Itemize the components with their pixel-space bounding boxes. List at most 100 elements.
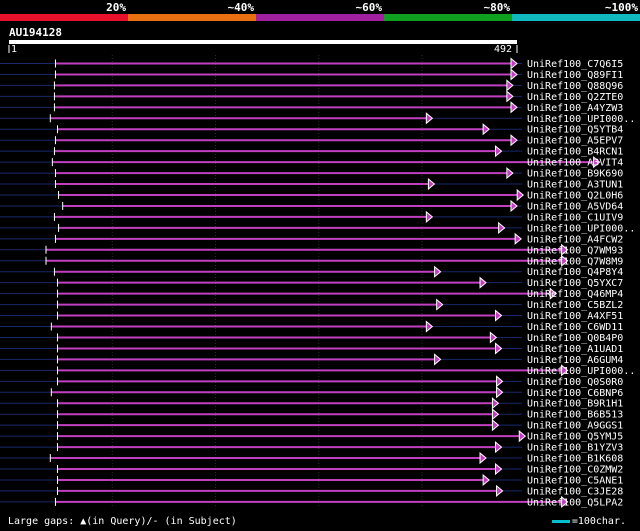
hit-end-arrow [479, 276, 487, 289]
hit-row[interactable]: UniRef100_Q5YMJ5 [0, 430, 623, 443]
hit-name[interactable]: UniRef100_Q2L0H6 [527, 191, 623, 202]
hit-row[interactable]: UniRef100_C5ANE1 [0, 473, 623, 487]
hit-name[interactable]: UniRef100_B1YZV3 [527, 443, 623, 454]
hit-row[interactable]: UniRef100_UPI000.. [0, 221, 635, 235]
hit-name[interactable]: UniRef100_Q5YTB4 [527, 125, 623, 136]
hit-row[interactable]: UniRef100_Q0B4P0 [0, 331, 623, 344]
hit-row[interactable]: UniRef100_C6BNP6 [0, 386, 623, 399]
hit-name[interactable]: UniRef100_A5VD64 [527, 201, 623, 212]
hit-row[interactable]: UniRef100_Q2ZTE0 [0, 90, 623, 103]
hit-row[interactable]: UniRef100_C7Q6I5 [0, 57, 623, 70]
hit-name[interactable]: UniRef100_C1UIV9 [527, 212, 623, 223]
hit-name[interactable]: UniRef100_A4FCW2 [527, 234, 623, 245]
hit-row[interactable]: UniRef100_UPI000.. [0, 112, 635, 125]
hit-end-arrow [510, 68, 518, 81]
hit-name[interactable]: UniRef100_Q0S0R0 [527, 377, 623, 388]
hit-row[interactable]: UniRef100_B9R1H1 [0, 397, 623, 410]
hit-row[interactable]: UniRef100_A4FCW2 [0, 232, 623, 246]
hit-name[interactable]: UniRef100_Q7WM93 [527, 245, 623, 256]
hit-name[interactable]: UniRef100_C3JE28 [527, 486, 623, 497]
hit-end-arrow [491, 397, 500, 410]
hit-row[interactable]: UniRef100_Q5YXC7 [0, 276, 623, 290]
hit-row[interactable]: UniRef100_Q4P8Y4 [0, 265, 623, 279]
hit-name[interactable]: UniRef100_B4RCN1 [527, 147, 623, 158]
hit-name[interactable]: UniRef100_Q5LPA2 [527, 497, 623, 508]
hit-name[interactable]: UniRef100_Q4P8Y4 [527, 267, 623, 278]
hit-row[interactable]: UniRef100_Q5LPA2 [0, 495, 623, 509]
hit-end-arrow [434, 353, 442, 366]
query-name: AU194128 [9, 26, 62, 39]
hit-row[interactable]: UniRef100_C6WD11 [0, 320, 623, 334]
hit-row[interactable]: UniRef100_A4XF51 [0, 309, 623, 323]
hit-row[interactable]: UniRef100_B1K608 [0, 451, 623, 465]
hit-name[interactable]: UniRef100_B9R1H1 [527, 399, 623, 410]
hit-row[interactable]: UniRef100_A1UAD1 [0, 342, 623, 355]
hit-name[interactable]: UniRef100_Q88Q96 [527, 81, 623, 92]
hit-name[interactable]: UniRef100_A1UAD1 [527, 344, 623, 355]
hit-name[interactable]: UniRef100_Q2ZTE0 [527, 92, 623, 103]
hit-row[interactable]: UniRef100_A3TUN1 [0, 177, 623, 191]
hit-name[interactable]: UniRef100_A5EPV7 [527, 136, 623, 147]
hit-name[interactable]: UniRef100_UPI000.. [527, 223, 635, 234]
hit-name[interactable]: UniRef100_Q7W8M9 [527, 256, 623, 267]
hit-row[interactable]: UniRef100_B4RCN1 [0, 145, 623, 158]
hit-name[interactable]: UniRef100_UPI000.. [527, 366, 635, 377]
hit-row[interactable]: UniRef100_B6B513 [0, 408, 623, 421]
hit-row[interactable]: UniRef100_A5EPV7 [0, 134, 623, 147]
hit-row[interactable]: UniRef100_Q88Q96 [0, 79, 623, 92]
hit-name[interactable]: UniRef100_Q5YMJ5 [527, 432, 623, 443]
hit-end-arrow [498, 221, 506, 234]
hit-row[interactable]: UniRef100_A5VD64 [0, 199, 623, 213]
hit-name[interactable]: UniRef100_B1K608 [527, 454, 623, 465]
identity-color-bar [0, 14, 640, 21]
hit-name[interactable]: UniRef100_A6GUM4 [527, 355, 623, 366]
hit-row[interactable]: UniRef100_UPI000.. [0, 364, 635, 377]
hit-row[interactable]: UniRef100_Q46MP4 [0, 287, 623, 301]
hit-end-arrow [506, 90, 514, 103]
hit-end-arrow [495, 441, 503, 454]
hit-name[interactable]: UniRef100_A4XF51 [527, 311, 623, 322]
hit-row[interactable]: UniRef100_A6GUM4 [0, 353, 623, 366]
hit-row[interactable]: UniRef100_Q2L0H6 [0, 188, 623, 202]
hit-end-arrow [495, 309, 503, 322]
hit-name[interactable]: UniRef100_A4YZW3 [527, 103, 623, 114]
hit-end-arrow [491, 408, 500, 421]
hit-name[interactable]: UniRef100_UPI000.. [527, 114, 635, 125]
identity-segment [384, 14, 513, 21]
hit-row[interactable]: UniRef100_Q89FI1 [0, 68, 623, 81]
hit-name[interactable]: UniRef100_A3VIT4 [527, 158, 623, 169]
hit-name[interactable]: UniRef100_A3TUN1 [527, 180, 623, 191]
hit-end-arrow [514, 232, 522, 245]
hit-row[interactable]: UniRef100_C3JE28 [0, 484, 623, 498]
hit-name[interactable]: UniRef100_B9K690 [527, 169, 623, 180]
hit-row[interactable]: UniRef100_Q7W8M9 [0, 254, 623, 268]
hit-name[interactable]: UniRef100_C0ZMW2 [527, 465, 623, 476]
hit-row[interactable]: UniRef100_Q5YTB4 [0, 123, 623, 136]
hit-row[interactable]: UniRef100_C0ZMW2 [0, 462, 623, 476]
hit-row[interactable]: UniRef100_Q0S0R0 [0, 375, 623, 388]
hit-name[interactable]: UniRef100_Q46MP4 [527, 289, 623, 300]
scale-gridlines [111, 55, 423, 508]
hit-row[interactable]: UniRef100_A3VIT4 [0, 156, 623, 169]
hit-name[interactable]: UniRef100_C7Q6I5 [527, 59, 623, 70]
hit-name[interactable]: UniRef100_C6WD11 [527, 322, 623, 333]
hit-name[interactable]: UniRef100_B6B513 [527, 410, 623, 421]
hit-name[interactable]: UniRef100_Q89FI1 [527, 70, 623, 81]
hit-name[interactable]: UniRef100_A9GGS1 [527, 421, 623, 432]
hit-end-arrow [489, 331, 498, 344]
hit-name[interactable]: UniRef100_Q0B4P0 [527, 333, 623, 344]
hit-row[interactable]: UniRef100_Q7WM93 [0, 243, 623, 256]
hit-name[interactable]: UniRef100_C6BNP6 [527, 388, 623, 399]
identity-label: ~80% [484, 1, 511, 14]
hit-row[interactable]: UniRef100_B9K690 [0, 167, 623, 180]
hit-row[interactable]: UniRef100_A4YZW3 [0, 101, 623, 114]
hit-name[interactable]: UniRef100_Q5YXC7 [527, 278, 623, 289]
hit-row[interactable]: UniRef100_A9GGS1 [0, 419, 623, 432]
hit-end-arrow [510, 57, 518, 70]
hit-row[interactable]: UniRef100_B1YZV3 [0, 441, 623, 454]
hit-row[interactable]: UniRef100_C1UIV9 [0, 210, 623, 224]
hit-name[interactable]: UniRef100_C5ANE1 [527, 475, 623, 486]
hit-end-arrow [510, 199, 518, 213]
hit-name[interactable]: UniRef100_C5BZL2 [527, 300, 623, 311]
hit-row[interactable]: UniRef100_C5BZL2 [0, 298, 623, 312]
